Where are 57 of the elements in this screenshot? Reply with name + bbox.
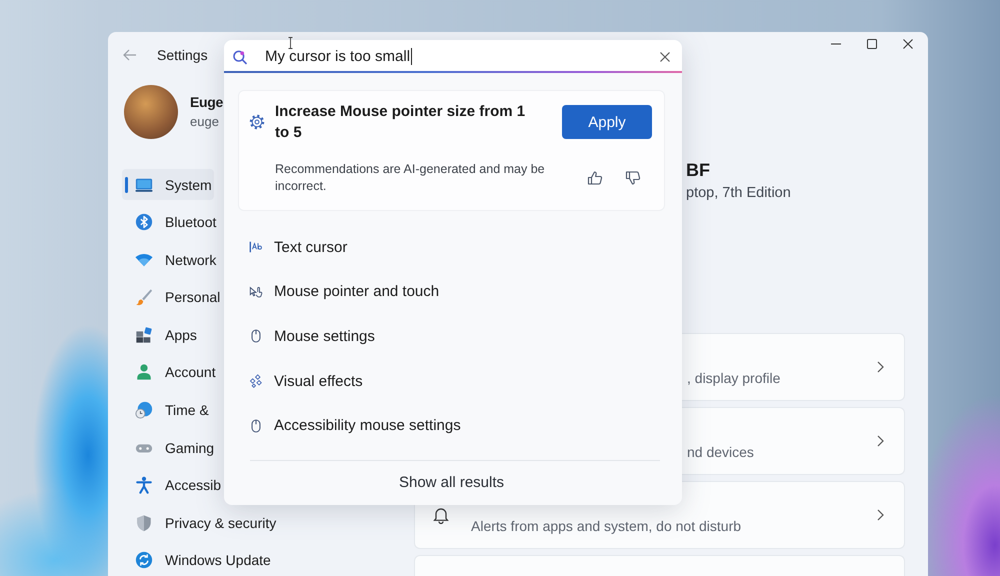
search-result[interactable]: Visual effects bbox=[238, 358, 665, 404]
person-icon bbox=[135, 363, 153, 382]
thumbs-up-icon[interactable] bbox=[587, 170, 603, 186]
avatar-photo bbox=[124, 85, 178, 139]
maximize-icon[interactable] bbox=[867, 39, 877, 49]
apply-button[interactable]: Apply bbox=[562, 105, 652, 139]
sidebar-item[interactable]: Accessib bbox=[122, 470, 224, 501]
sidebar-item[interactable]: Network bbox=[122, 244, 218, 276]
app-grid-icon bbox=[135, 326, 153, 344]
card-description: Alerts from apps and system, do not disturb bbox=[471, 517, 742, 536]
paintbrush-icon bbox=[135, 288, 153, 306]
text-cursor-icon bbox=[249, 240, 263, 254]
sidebar-item[interactable]: System bbox=[122, 169, 214, 200]
search-result[interactable]: Mouse settings bbox=[238, 314, 665, 359]
card-description: , display profile bbox=[687, 369, 780, 388]
device-name: BF bbox=[686, 159, 711, 182]
globe-clock-icon bbox=[135, 401, 153, 420]
search-result[interactable]: Mouse pointer and touch bbox=[238, 270, 665, 314]
mouse-icon bbox=[249, 329, 263, 344]
pointer-touch-icon bbox=[249, 284, 263, 299]
suggestion-title: Increase Mouse pointer size from 1 to 5 bbox=[275, 102, 526, 143]
search-result[interactable]: Accessibility mouse settings bbox=[238, 403, 665, 448]
ai-disclaimer: Recommendations are AI-generated and may be incorrect. bbox=[275, 161, 546, 195]
selection-indicator bbox=[125, 176, 128, 192]
bell-icon bbox=[432, 506, 450, 524]
thumbs-down-icon[interactable] bbox=[625, 170, 641, 186]
sidebar-item[interactable]: Personal bbox=[122, 282, 222, 313]
text-caret-icon bbox=[411, 48, 412, 65]
sidebar-item[interactable]: Windows Update bbox=[122, 544, 273, 576]
sidebar-item[interactable]: Gaming bbox=[122, 432, 216, 464]
search-result[interactable]: Text cursor bbox=[238, 225, 665, 270]
search-field[interactable]: My cursor is too small bbox=[224, 40, 682, 73]
sidebar-item[interactable]: Privacy & security bbox=[122, 507, 278, 538]
search-sparkle-icon bbox=[232, 48, 248, 64]
accessibility-icon bbox=[135, 476, 153, 494]
bluetooth-icon bbox=[135, 213, 153, 232]
close-icon[interactable] bbox=[903, 39, 913, 49]
monitor-icon bbox=[135, 176, 153, 194]
mouse-icon bbox=[249, 418, 263, 433]
sidebar-item[interactable]: Time & bbox=[122, 394, 211, 426]
chevron-right-icon bbox=[877, 361, 884, 373]
user-name: Euge bbox=[190, 93, 224, 112]
chevron-right-icon bbox=[877, 435, 884, 447]
chevron-right-icon bbox=[877, 509, 884, 521]
gear-icon bbox=[249, 114, 265, 130]
sidebar-item[interactable]: Account bbox=[122, 356, 218, 388]
user-email: euge bbox=[190, 113, 220, 131]
diamond-shapes-icon bbox=[249, 374, 263, 388]
shield-icon bbox=[135, 514, 153, 532]
sidebar-item[interactable]: Bluetoot bbox=[122, 206, 218, 238]
ibeam-pointer-icon bbox=[288, 37, 293, 49]
sidebar-item[interactable]: Apps bbox=[122, 319, 199, 350]
card-description: nd devices bbox=[687, 443, 754, 462]
sync-arrows-icon bbox=[135, 551, 153, 570]
window-title: Settings bbox=[157, 47, 208, 63]
device-model: ptop, 7th Edition bbox=[686, 184, 792, 203]
close-icon[interactable] bbox=[660, 52, 670, 62]
